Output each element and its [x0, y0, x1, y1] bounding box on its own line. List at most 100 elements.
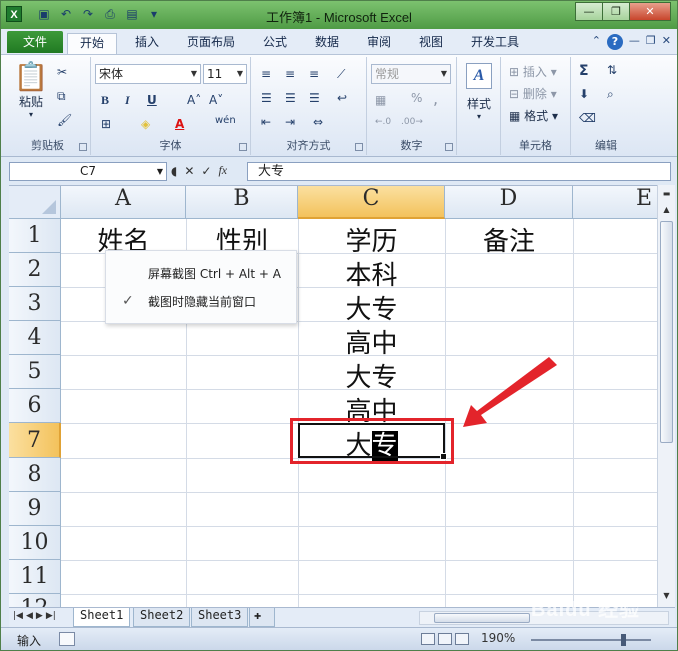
fill-color-icon[interactable]: ◈ [141, 117, 150, 131]
row-header-5[interactable]: 5 [9, 355, 61, 389]
autosum-button[interactable]: Σ [579, 63, 589, 79]
tab-page-layout[interactable]: 页面布局 [179, 33, 243, 54]
insert-sheet-icon[interactable]: ✚ [249, 608, 275, 627]
zoom-slider[interactable] [531, 634, 651, 646]
row-header-2[interactable]: 2 [9, 253, 61, 287]
alignment-launcher-icon[interactable] [355, 143, 363, 151]
insert-cells-button[interactable]: ⊞ 插入 ▾ [509, 63, 557, 80]
normal-view-icon[interactable] [421, 633, 435, 645]
underline-button[interactable]: U [147, 93, 157, 107]
tab-data[interactable]: 数据 [305, 33, 349, 54]
help-icon[interactable]: ? [606, 34, 623, 50]
align-bottom-icon[interactable]: ≡ [309, 67, 319, 81]
zoom-slider-knob[interactable] [621, 634, 626, 646]
align-left-icon[interactable]: ☰ [261, 91, 272, 105]
clipboard-launcher-icon[interactable] [79, 143, 87, 151]
bold-button[interactable]: B [101, 93, 109, 108]
row-header-7[interactable]: 7 [9, 423, 61, 458]
formula-input[interactable]: 大专 [247, 162, 671, 181]
wrap-text-icon[interactable]: ↩ [337, 91, 347, 105]
align-center-icon[interactable]: ☰ [285, 91, 296, 105]
increase-decimal-icon[interactable]: ←.0 [375, 117, 391, 127]
menu-item-hide-window[interactable]: 截图时隐藏当前窗口 [148, 293, 256, 310]
last-sheet-icon[interactable]: ▶| [46, 611, 56, 621]
select-all-button[interactable] [9, 186, 61, 219]
orientation-icon[interactable]: ⟋ [337, 67, 345, 82]
name-box[interactable]: C7 ▼ [9, 162, 167, 181]
column-header-b[interactable]: B [186, 186, 298, 219]
menu-item-screenshot[interactable]: 屏幕截图 Ctrl + Alt + A [148, 265, 281, 282]
row-header-6[interactable]: 6 [9, 389, 61, 423]
row-header-12[interactable]: 12 [9, 594, 61, 607]
page-layout-view-icon[interactable] [438, 633, 452, 645]
scroll-up-icon[interactable]: ▲ [660, 203, 673, 216]
sheet-tab-2[interactable]: Sheet2 [133, 608, 191, 627]
row-header-3[interactable]: 3 [9, 287, 61, 321]
row-header-11[interactable]: 11 [9, 560, 61, 594]
row-header-10[interactable]: 10 [9, 526, 61, 560]
font-name-combo[interactable]: 宋体 ▼ [95, 64, 201, 84]
phonetic-button[interactable]: wén [215, 115, 236, 126]
number-launcher-icon[interactable] [445, 143, 453, 151]
sheet-tab-1[interactable]: Sheet1 [73, 608, 131, 627]
clear-icon[interactable]: ⌫ [579, 111, 596, 125]
tab-file[interactable]: 文件 [7, 31, 63, 53]
row-header-9[interactable]: 9 [9, 492, 61, 526]
vertical-scrollbar[interactable]: ▬ ▲ ▼ [657, 185, 675, 607]
minimize-button[interactable]: — [575, 2, 603, 21]
copy-icon[interactable]: ⧉ [57, 89, 66, 104]
scroll-down-icon[interactable]: ▼ [660, 589, 673, 602]
cell-c4[interactable]: 高中 [298, 323, 445, 360]
vertical-scroll-thumb[interactable] [660, 221, 673, 443]
macro-record-icon[interactable] [59, 632, 75, 646]
shrink-font-icon[interactable]: A˅ [209, 93, 223, 107]
horizontal-scroll-thumb[interactable] [434, 613, 530, 623]
fill-icon[interactable]: ⬇ [579, 87, 589, 101]
merge-center-icon[interactable]: ⇔ [313, 115, 323, 129]
number-format-combo[interactable]: 常规 ▼ [371, 64, 451, 84]
decrease-decimal-icon[interactable]: .00→ [401, 117, 423, 127]
find-select-icon[interactable]: ⌕ [607, 87, 614, 102]
cancel-icon[interactable]: ✕ [184, 164, 194, 178]
tab-review[interactable]: 审阅 [357, 33, 401, 54]
tab-formulas[interactable]: 公式 [253, 33, 297, 54]
tab-insert[interactable]: 插入 [125, 33, 169, 54]
cell-c5[interactable]: 大专 [298, 357, 445, 394]
percent-button[interactable]: % [411, 91, 422, 105]
worksheet-grid[interactable]: A B C D E 1 2 3 4 5 6 7 8 9 10 11 12 姓名 [9, 185, 657, 607]
font-launcher-icon[interactable] [239, 143, 247, 151]
tab-view[interactable]: 视图 [409, 33, 453, 54]
cell-c3[interactable]: 大专 [298, 289, 445, 326]
sort-filter-icon[interactable]: ⇅ [607, 63, 617, 77]
styles-button[interactable]: A 样式 ▾ [459, 63, 499, 121]
split-box-icon[interactable]: ▬ [660, 187, 673, 200]
close-button[interactable]: ✕ [629, 2, 671, 21]
cell-c2[interactable]: 本科 [298, 255, 445, 292]
column-header-d[interactable]: D [445, 186, 573, 219]
first-sheet-icon[interactable]: |◀ [13, 611, 23, 621]
align-right-icon[interactable]: ☰ [309, 91, 320, 105]
doc-minimize-icon[interactable]: — [629, 34, 640, 50]
row-header-1[interactable]: 1 [9, 219, 61, 253]
column-header-a[interactable]: A [61, 186, 186, 219]
next-sheet-icon[interactable]: ▶ [36, 611, 43, 621]
align-top-icon[interactable]: ≡ [261, 67, 271, 81]
zoom-level[interactable]: 190% [481, 631, 515, 645]
paste-button[interactable]: 📋 粘贴 ▾ [11, 61, 51, 120]
font-size-combo[interactable]: 11 ▼ [203, 64, 247, 84]
restore-button[interactable]: ❐ [602, 2, 630, 21]
comma-button[interactable]: , [433, 89, 438, 108]
italic-button[interactable]: I [125, 93, 130, 108]
row-header-4[interactable]: 4 [9, 321, 61, 355]
column-header-e[interactable]: E [573, 186, 657, 219]
page-break-view-icon[interactable] [455, 633, 469, 645]
row-header-8[interactable]: 8 [9, 458, 61, 492]
currency-icon[interactable]: ▦ [375, 93, 386, 107]
font-color-button[interactable]: A [175, 117, 184, 131]
borders-icon[interactable]: ⊞ [101, 117, 111, 131]
doc-close-icon[interactable]: ✕ [662, 34, 671, 50]
increase-indent-icon[interactable]: ⇥ [285, 115, 295, 129]
insert-function-button[interactable]: fx [218, 163, 227, 178]
doc-restore-icon[interactable]: ❐ [646, 34, 656, 50]
cell-c1[interactable]: 学历 [298, 221, 445, 258]
